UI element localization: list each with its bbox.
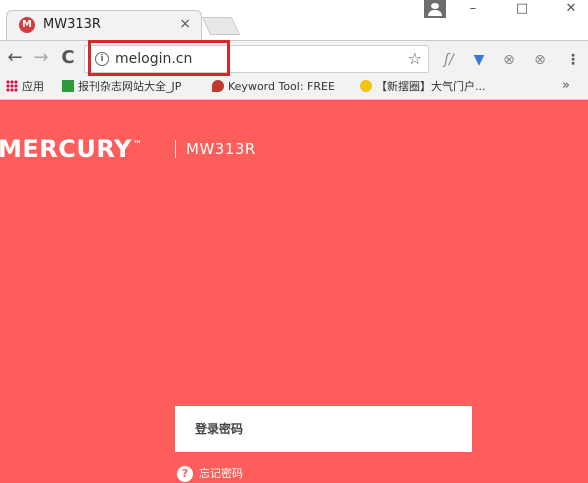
bookmark-apps-label: 应用 <box>22 80 44 93</box>
info-icon[interactable]: i <box>95 52 109 66</box>
browser-window: M MW313R × – □ ✕ ← → C i melogin.cn ☆ ʃ/… <box>0 0 588 483</box>
forgot-password-label: 忘记密码 <box>199 467 243 480</box>
bookmarks-overflow-icon[interactable]: » <box>562 78 570 93</box>
reload-icon[interactable]: C <box>57 47 79 69</box>
password-input[interactable]: 登录密码 <box>175 406 472 452</box>
bookmark-item-1[interactable]: 报刊杂志网站大全_JP <box>62 79 181 95</box>
bookmark-item-2-label: Keyword Tool: FREE <box>228 80 335 93</box>
tab-close-icon[interactable]: × <box>179 16 191 32</box>
bookmark-item-1-label: 报刊杂志网站大全_JP <box>78 80 182 93</box>
router-login-page: MERCURY™ MW313R 登录密码 ? 忘记密码 <box>0 100 588 483</box>
tab-title: MW313R <box>43 17 101 32</box>
trademark-symbol: ™ <box>132 140 143 150</box>
mercury-logo: MERCURY™ <box>0 135 142 163</box>
bookmark-apps[interactable]: 应用 <box>6 79 44 95</box>
new-tab-button[interactable] <box>201 17 241 35</box>
logo-divider <box>175 140 176 158</box>
forward-arrow-icon[interactable]: → <box>30 47 52 69</box>
question-mark-icon: ? <box>177 466 193 482</box>
brand-name: MERCURY <box>0 135 132 163</box>
sun-icon <box>360 80 372 92</box>
minimize-icon[interactable]: – <box>458 0 488 22</box>
apps-grid-icon <box>6 80 18 92</box>
address-bar[interactable]: i melogin.cn ☆ <box>84 45 429 73</box>
url-text[interactable]: melogin.cn <box>115 51 192 67</box>
green-c-icon <box>62 80 74 92</box>
browser-toolbar: ← → C i melogin.cn ☆ ʃ/ ▼ ⊗ ⊗ ⋮ <box>0 40 588 76</box>
bookmark-item-2[interactable]: Keyword Tool: FREE <box>212 79 335 95</box>
bookmarks-bar: 应用 报刊杂志网站大全_JP Keyword Tool: FREE 【新摆圈】大… <box>0 76 588 100</box>
extension-4-icon[interactable]: ⊗ <box>531 51 549 69</box>
mercury-favicon-icon: M <box>19 17 35 33</box>
forgot-password-link[interactable]: ? 忘记密码 <box>177 465 243 482</box>
extension-1-icon[interactable]: ʃ/ <box>440 51 458 69</box>
extension-shield-icon[interactable]: ▼ <box>470 51 488 69</box>
profile-icon[interactable] <box>424 0 446 18</box>
bookmark-item-3-label: 【新摆圈】大气门户... <box>376 80 486 93</box>
password-placeholder: 登录密码 <box>195 422 244 436</box>
menu-icon[interactable]: ⋮ <box>564 51 582 69</box>
extension-3-icon[interactable]: ⊗ <box>500 51 518 69</box>
tab-strip: M MW313R × – □ ✕ <box>0 0 588 40</box>
window-close-icon[interactable]: ✕ <box>556 0 586 22</box>
keyword-tool-icon <box>212 80 224 92</box>
bookmark-item-3[interactable]: 【新摆圈】大气门户... <box>360 79 486 95</box>
model-name: MW313R <box>186 140 256 158</box>
maximize-icon[interactable]: □ <box>507 0 537 22</box>
tab-mw313r[interactable]: M MW313R × <box>6 10 202 40</box>
bookmark-star-icon[interactable]: ☆ <box>408 49 422 68</box>
back-arrow-icon[interactable]: ← <box>4 47 26 69</box>
